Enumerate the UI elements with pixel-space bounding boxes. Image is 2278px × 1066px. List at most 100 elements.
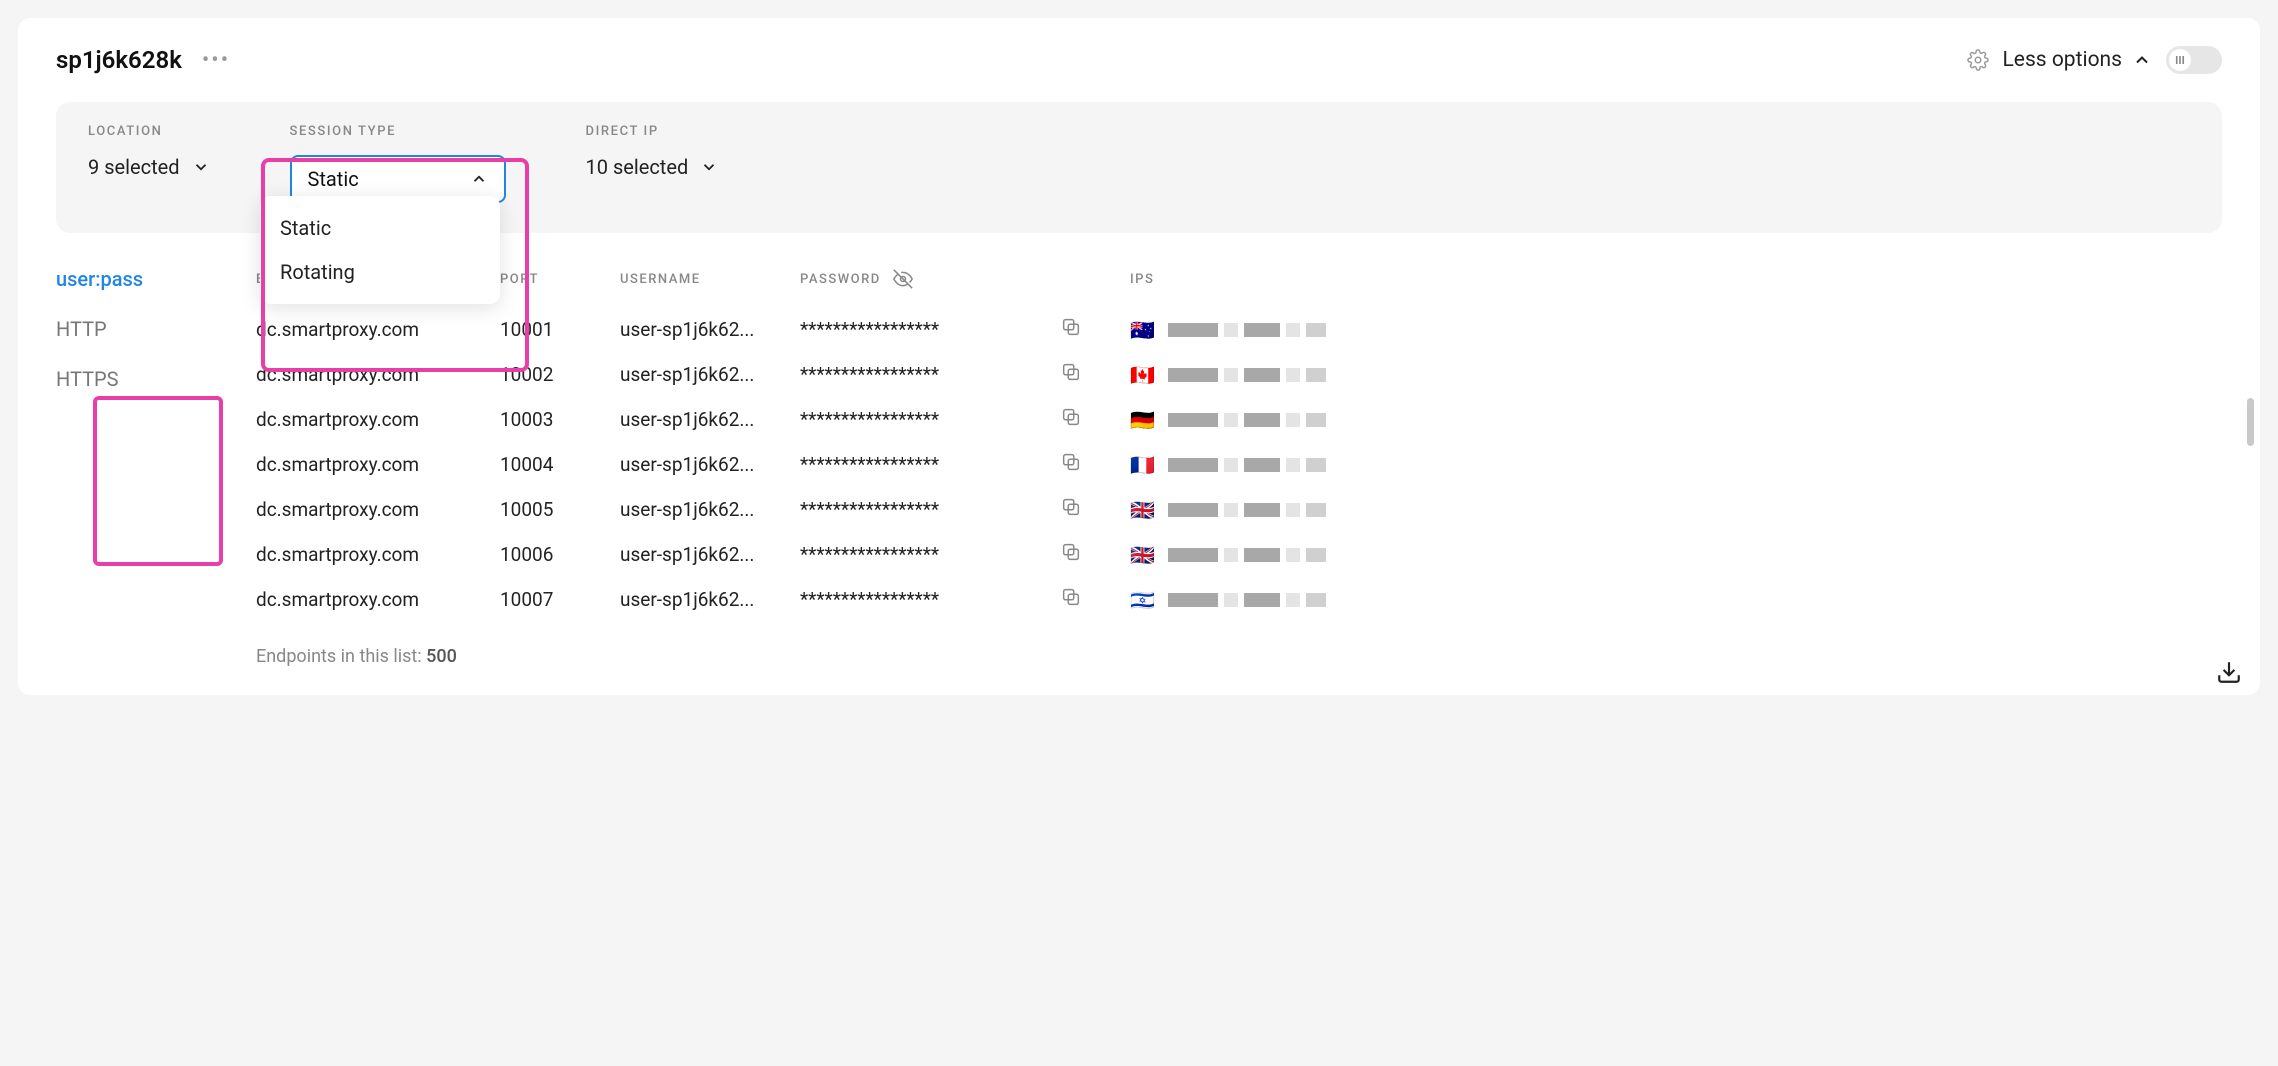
filter-direct-ip: DIRECT IP 10 selected [586,124,719,203]
flag-icon: 🇩🇪 [1130,408,1154,432]
filter-session-type: SESSION TYPE Static [290,124,506,203]
less-options-toggle[interactable]: Less options [2003,48,2153,72]
table-row: dc.smartproxy.com10002user-sp1j6k62...**… [256,352,2222,397]
cell-endpoint: dc.smartproxy.com [256,352,486,397]
body: user:pass HTTP HTTPS ENDPOINT PORT USERN… [56,261,2222,622]
gear-icon[interactable] [1967,49,1989,71]
side-tabs: user:pass HTTP HTTPS [56,261,216,622]
download-button[interactable] [2216,659,2242,685]
cell-copy [1046,577,1116,622]
cell-username: user-sp1j6k62... [606,397,786,442]
cell-username: user-sp1j6k62... [606,352,786,397]
chevron-up-icon [470,170,488,188]
copy-icon[interactable] [1060,451,1082,473]
cell-ips: 🇨🇦 [1116,352,2222,397]
table-header-row: ENDPOINT PORT USERNAME PASSWORD [256,261,2222,307]
col-ips: IPS [1116,261,2222,307]
header-left: sp1j6k628k ••• [56,46,230,74]
footer-count: 500 [426,646,457,667]
cell-password: ***************** [786,307,1046,352]
cell-password: ***************** [786,487,1046,532]
header: sp1j6k628k ••• Less options III [56,46,2222,74]
col-copy [1046,261,1116,307]
copy-icon[interactable] [1060,541,1082,563]
eye-off-icon[interactable] [893,269,913,289]
cell-ips: 🇮🇱 [1116,577,2222,622]
cell-copy [1046,307,1116,352]
copy-icon[interactable] [1060,406,1082,428]
side-tab-https[interactable]: HTTPS [56,367,216,391]
copy-icon[interactable] [1060,586,1082,608]
table-row: dc.smartproxy.com10001user-sp1j6k62...**… [256,307,2222,352]
scrollbar-indicator[interactable] [2247,398,2254,446]
more-options-icon[interactable]: ••• [202,48,230,73]
cell-port: 10005 [486,487,606,532]
filter-location-value[interactable]: 9 selected [88,155,210,179]
filter-direct-ip-text: 10 selected [586,155,689,179]
cell-port: 10007 [486,577,606,622]
cell-password: ***************** [786,352,1046,397]
col-username: USERNAME [606,261,786,307]
cell-endpoint: dc.smartproxy.com [256,577,486,622]
chevron-down-icon [192,158,210,176]
flag-icon: 🇮🇱 [1130,588,1154,612]
side-tab-userpass[interactable]: user:pass [56,267,216,291]
cell-copy [1046,532,1116,577]
copy-icon[interactable] [1060,496,1082,518]
cell-username: user-sp1j6k62... [606,307,786,352]
copy-icon[interactable] [1060,316,1082,338]
dropdown-option-static[interactable]: Static [260,206,500,250]
ip-redacted [1168,323,1326,337]
filters-bar: LOCATION 9 selected SESSION TYPE Static … [56,102,2222,233]
cell-password: ***************** [786,397,1046,442]
footer: Endpoints in this list: 500 [256,646,2222,667]
ip-redacted [1168,368,1326,382]
dropdown-option-rotating[interactable]: Rotating [260,250,500,294]
col-port: PORT [486,261,606,307]
cell-username: user-sp1j6k62... [606,577,786,622]
table-row: dc.smartproxy.com10006user-sp1j6k62...**… [256,532,2222,577]
filter-location: LOCATION 9 selected [88,124,210,203]
filter-location-label: LOCATION [88,124,210,139]
filter-session-type-label: SESSION TYPE [290,124,506,139]
session-type-value: Static [308,167,359,191]
page-card: sp1j6k628k ••• Less options III LOCATION… [18,18,2260,695]
endpoints-table: ENDPOINT PORT USERNAME PASSWORD [256,261,2222,622]
ip-redacted [1168,413,1326,427]
chevron-down-icon [700,158,718,176]
cell-copy [1046,487,1116,532]
chevron-up-icon [2132,50,2152,70]
footer-prefix: Endpoints in this list: [256,646,426,667]
cell-copy [1046,352,1116,397]
cell-password: ***************** [786,577,1046,622]
flag-icon: 🇫🇷 [1130,453,1154,477]
cell-copy [1046,442,1116,487]
flag-icon: 🇦🇺 [1130,318,1154,342]
col-password: PASSWORD [786,261,1046,307]
cell-ips: 🇬🇧 [1116,532,2222,577]
copy-icon[interactable] [1060,361,1082,383]
cell-endpoint: dc.smartproxy.com [256,307,486,352]
filter-direct-ip-label: DIRECT IP [586,124,719,139]
cell-port: 10001 [486,307,606,352]
cell-ips: 🇦🇺 [1116,307,2222,352]
side-tab-http[interactable]: HTTP [56,317,216,341]
filter-location-text: 9 selected [88,155,180,179]
cell-port: 10003 [486,397,606,442]
view-toggle[interactable]: III [2166,46,2222,74]
cell-endpoint: dc.smartproxy.com [256,442,486,487]
table-row: dc.smartproxy.com10007user-sp1j6k62...**… [256,577,2222,622]
cell-username: user-sp1j6k62... [606,442,786,487]
cell-copy [1046,397,1116,442]
cell-ips: 🇫🇷 [1116,442,2222,487]
table-row: dc.smartproxy.com10005user-sp1j6k62...**… [256,487,2222,532]
cell-port: 10002 [486,352,606,397]
page-title: sp1j6k628k [56,46,182,74]
cell-port: 10004 [486,442,606,487]
flag-icon: 🇨🇦 [1130,363,1154,387]
ip-redacted [1168,503,1326,517]
less-options-label: Less options [2003,48,2123,72]
cell-ips: 🇬🇧 [1116,487,2222,532]
table-row: dc.smartproxy.com10003user-sp1j6k62...**… [256,397,2222,442]
filter-direct-ip-value[interactable]: 10 selected [586,155,719,179]
